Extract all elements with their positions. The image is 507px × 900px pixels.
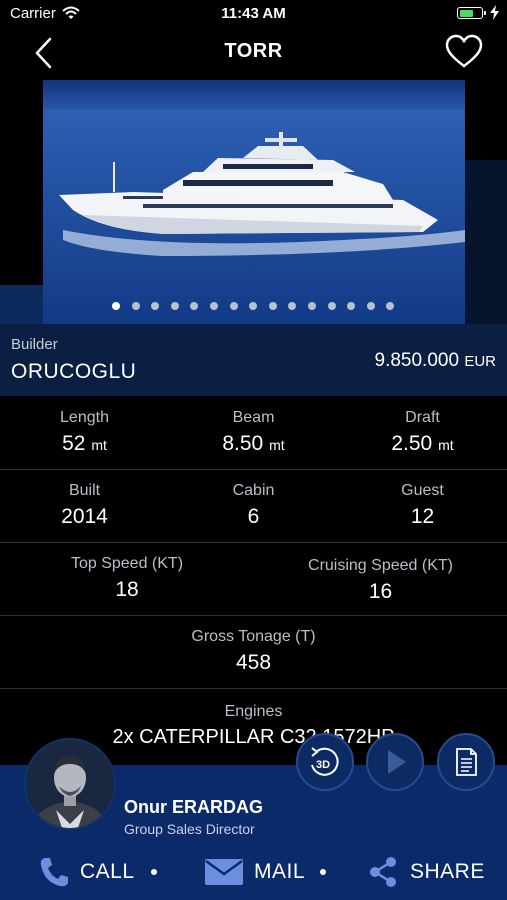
spec-draft: Draft 2.50 mt bbox=[338, 409, 507, 456]
builder-label: Builder bbox=[11, 336, 58, 353]
view-3d-button[interactable]: 3D bbox=[296, 733, 354, 791]
spec-value: 12 bbox=[410, 505, 435, 528]
yacht-image bbox=[43, 80, 465, 324]
spec-unit: mt bbox=[91, 437, 107, 453]
spec-value: 8.50 bbox=[222, 432, 264, 455]
price: 9.850.000 EUR bbox=[375, 350, 496, 372]
spec-label: Beam bbox=[232, 409, 275, 426]
spec-label: Cabin bbox=[232, 482, 275, 499]
spec-value: 52 bbox=[62, 432, 86, 455]
share-label: SHARE bbox=[410, 860, 485, 883]
call-button[interactable]: CALL bbox=[38, 852, 135, 892]
page-dot[interactable] bbox=[327, 302, 336, 310]
spec-value: 16 bbox=[368, 580, 393, 603]
spec-row-dimensions: Length 52 mt Beam 8.50 mt Draft 2.50 mt bbox=[0, 397, 507, 470]
agent-photo bbox=[26, 740, 114, 828]
contact-actions: CALL MAIL SHARE bbox=[0, 852, 507, 892]
spec-label: Built bbox=[68, 482, 101, 499]
gallery-edge-left bbox=[0, 285, 43, 324]
spec-value: 2014 bbox=[61, 505, 108, 528]
page-title: TORR bbox=[224, 40, 283, 62]
spec-row-capacity: Built 2014 Cabin 6 Guest 12 bbox=[0, 470, 507, 543]
envelope-icon bbox=[205, 859, 243, 885]
spec-row-speed: Top Speed (KT) 18 Cruising Speed (KT) 16 bbox=[0, 543, 507, 616]
spec-label: Draft bbox=[405, 409, 440, 426]
spec-built: Built 2014 bbox=[0, 482, 169, 529]
separator-dot bbox=[151, 869, 157, 875]
mail-button[interactable]: MAIL bbox=[204, 852, 305, 892]
charging-icon bbox=[490, 5, 499, 20]
page-dot[interactable] bbox=[268, 302, 277, 310]
play-video-button[interactable] bbox=[366, 733, 424, 791]
spec-label: Length bbox=[60, 409, 109, 426]
three-d-text: 3D bbox=[316, 759, 330, 771]
spec-label: Top Speed (KT) bbox=[70, 555, 184, 572]
document-icon bbox=[456, 748, 477, 776]
spec-cabin: Cabin 6 bbox=[169, 482, 338, 529]
spec-unit: mt bbox=[438, 437, 454, 453]
builder-name: ORUCOGLU bbox=[11, 360, 137, 383]
spec-unit: mt bbox=[269, 437, 285, 453]
spec-beam: Beam 8.50 mt bbox=[169, 409, 338, 456]
photo-gallery[interactable] bbox=[0, 80, 507, 324]
price-currency: EUR bbox=[464, 353, 496, 370]
heart-icon[interactable] bbox=[445, 34, 483, 70]
spec-cruising-speed: Cruising Speed (KT) 16 bbox=[254, 557, 507, 604]
spec-gross-tonage: Gross Tonage (T) 458 bbox=[0, 628, 507, 675]
spec-row-tonage: Gross Tonage (T) 458 bbox=[0, 616, 507, 689]
avatar[interactable] bbox=[24, 738, 116, 830]
spec-label: Gross Tonage (T) bbox=[191, 628, 316, 645]
spec-length: Length 52 mt bbox=[0, 409, 169, 456]
yacht-photo[interactable] bbox=[43, 80, 465, 324]
gallery-edge-right bbox=[465, 160, 507, 324]
builder-section: Builder ORUCOGLU 9.850.000 EUR bbox=[0, 324, 507, 396]
share-icon bbox=[370, 857, 396, 887]
spec-value: 458 bbox=[235, 651, 272, 674]
page-dot[interactable] bbox=[308, 302, 316, 310]
brochure-button[interactable] bbox=[437, 733, 495, 791]
page-dot[interactable] bbox=[366, 302, 375, 310]
mail-label: MAIL bbox=[254, 860, 306, 883]
spec-top-speed: Top Speed (KT) 18 bbox=[0, 555, 254, 602]
spec-guest: Guest 12 bbox=[338, 482, 507, 529]
spec-label: Engines bbox=[224, 703, 283, 720]
agent-role: Group Sales Director bbox=[124, 821, 255, 837]
page-dot[interactable] bbox=[210, 302, 218, 310]
page-dot[interactable] bbox=[229, 302, 238, 310]
status-bar: Carrier 11:43 AM bbox=[0, 0, 507, 28]
battery-icon bbox=[457, 7, 486, 19]
page-dot[interactable] bbox=[131, 302, 140, 310]
separator-dot bbox=[320, 869, 326, 875]
nav-bar: TORR bbox=[0, 28, 507, 78]
page-dot[interactable] bbox=[170, 302, 179, 310]
phone-icon bbox=[40, 858, 68, 887]
agent-name: Onur ERARDAG bbox=[124, 797, 263, 817]
price-value: 9.850.000 bbox=[374, 350, 460, 371]
spec-label: Guest bbox=[401, 482, 444, 499]
spec-value: 2.50 bbox=[391, 432, 433, 455]
spec-label: Cruising Speed (KT) bbox=[308, 557, 453, 574]
rotate-3d-icon: 3D bbox=[311, 747, 339, 776]
page-dot[interactable] bbox=[112, 302, 120, 310]
play-icon bbox=[388, 750, 406, 774]
clock: 11:43 AM bbox=[221, 5, 286, 22]
spec-value: 18 bbox=[115, 578, 139, 601]
share-button[interactable]: SHARE bbox=[368, 852, 485, 892]
call-label: CALL bbox=[80, 860, 135, 883]
spec-value: 6 bbox=[247, 505, 260, 528]
